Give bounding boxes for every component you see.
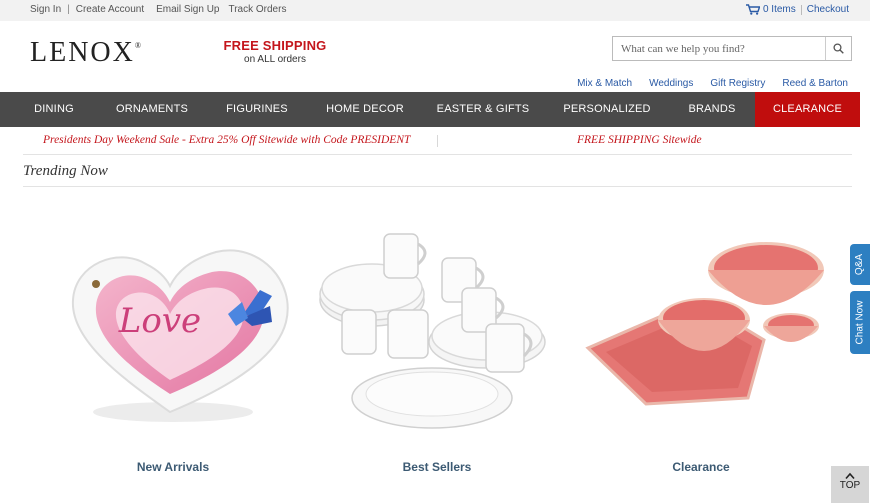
promo-headline: FREE SHIPPING bbox=[223, 38, 327, 53]
create-account-link[interactable]: Create Account bbox=[76, 4, 144, 15]
free-shipping-promo[interactable]: FREE SHIPPING on ALL orders bbox=[222, 38, 328, 65]
top-label: TOP bbox=[839, 480, 861, 491]
coral-serveware-image bbox=[585, 242, 824, 406]
heart-dish-image: Love bbox=[71, 249, 289, 422]
email-signup-link[interactable]: Email Sign Up bbox=[156, 4, 219, 15]
nav-figurines[interactable]: FIGURINES bbox=[214, 92, 300, 127]
mix-match-link[interactable]: Mix & Match bbox=[577, 78, 632, 89]
back-to-top-button[interactable]: TOP bbox=[831, 466, 869, 503]
lenox-logo[interactable]: LENOX® bbox=[30, 37, 141, 69]
nav-easter-gifts[interactable]: EASTER & GIFTS bbox=[430, 92, 536, 127]
promo-strip: Presidents Day Weekend Sale - Extra 25% … bbox=[23, 128, 852, 155]
track-orders-link[interactable]: Track Orders bbox=[228, 4, 286, 15]
sale-banner-link[interactable]: Presidents Day Weekend Sale - Extra 25% … bbox=[43, 134, 410, 146]
search-button[interactable] bbox=[825, 37, 851, 60]
nav-brands[interactable]: BRANDS bbox=[672, 92, 752, 127]
nav-dining[interactable]: DINING bbox=[0, 92, 108, 127]
product-card-best-sellers[interactable]: Best Sellers bbox=[312, 222, 562, 474]
promo-subtext: on ALL orders bbox=[244, 54, 306, 65]
main-nav: DINING ORNAMENTS FIGURINES HOME DECOR EA… bbox=[0, 92, 860, 127]
product-label[interactable]: Clearance bbox=[576, 460, 826, 474]
cart-items-link[interactable]: 0 Items bbox=[763, 4, 796, 15]
search-input[interactable] bbox=[613, 37, 827, 60]
divider bbox=[437, 135, 438, 147]
qa-tab[interactable]: Q&A bbox=[850, 244, 870, 285]
section-title: Trending Now bbox=[23, 163, 852, 187]
chevron-up-icon bbox=[845, 472, 855, 480]
nav-ornaments[interactable]: ORNAMENTS bbox=[108, 92, 196, 127]
divider: | bbox=[67, 4, 70, 15]
sign-in-link[interactable]: Sign In bbox=[30, 4, 61, 15]
search-icon bbox=[833, 43, 844, 54]
product-card-new-arrivals[interactable]: Love New Arrivals bbox=[48, 222, 298, 474]
gift-registry-link[interactable]: Gift Registry bbox=[710, 78, 765, 89]
reed-barton-link[interactable]: Reed & Barton bbox=[782, 78, 848, 89]
dinnerware-set-image bbox=[319, 233, 546, 429]
checkout-link[interactable]: Checkout bbox=[807, 4, 849, 15]
love-script-text: Love bbox=[118, 301, 201, 341]
product-label[interactable]: New Arrivals bbox=[48, 460, 298, 474]
product-card-clearance[interactable]: Clearance bbox=[576, 222, 826, 474]
account-links: Sign In | Create Account Email Sign Up T… bbox=[30, 4, 286, 15]
utility-bar: Sign In | Create Account Email Sign Up T… bbox=[0, 0, 870, 21]
nav-clearance[interactable]: CLEARANCE bbox=[755, 92, 860, 127]
weddings-link[interactable]: Weddings bbox=[649, 78, 693, 89]
divider bbox=[800, 4, 802, 15]
nav-personalized[interactable]: PERSONALIZED bbox=[555, 92, 659, 127]
free-shipping-banner-link[interactable]: FREE SHIPPING Sitewide bbox=[577, 134, 702, 146]
nav-home-decor[interactable]: HOME DECOR bbox=[316, 92, 414, 127]
product-label[interactable]: Best Sellers bbox=[312, 460, 562, 474]
cart-area: 0 Items Checkout bbox=[745, 4, 849, 15]
chat-now-tab[interactable]: Chat Now bbox=[850, 291, 870, 354]
secondary-links: Mix & Match Weddings Gift Registry Reed … bbox=[560, 78, 848, 89]
cart-icon[interactable] bbox=[745, 4, 760, 15]
search-box bbox=[612, 36, 852, 61]
